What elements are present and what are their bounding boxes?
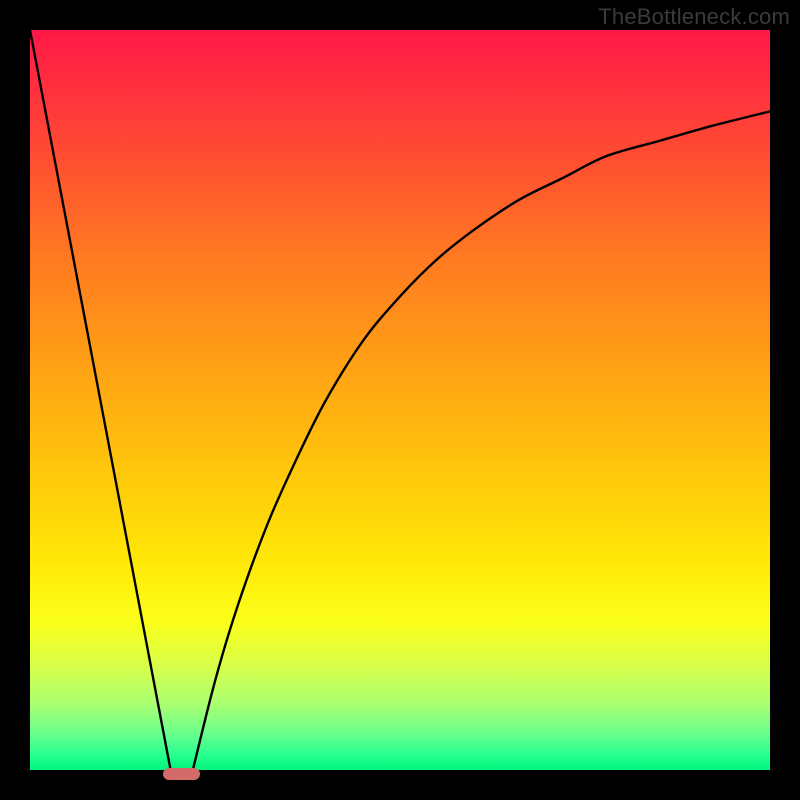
watermark-text: TheBottleneck.com <box>598 4 790 30</box>
curve-group <box>30 30 770 770</box>
curve-left-line <box>30 30 171 770</box>
curve-svg <box>30 30 770 770</box>
valley-notch <box>163 768 200 780</box>
curve-right <box>193 111 770 770</box>
chart-frame: TheBottleneck.com <box>0 0 800 800</box>
plot-area <box>30 30 770 770</box>
